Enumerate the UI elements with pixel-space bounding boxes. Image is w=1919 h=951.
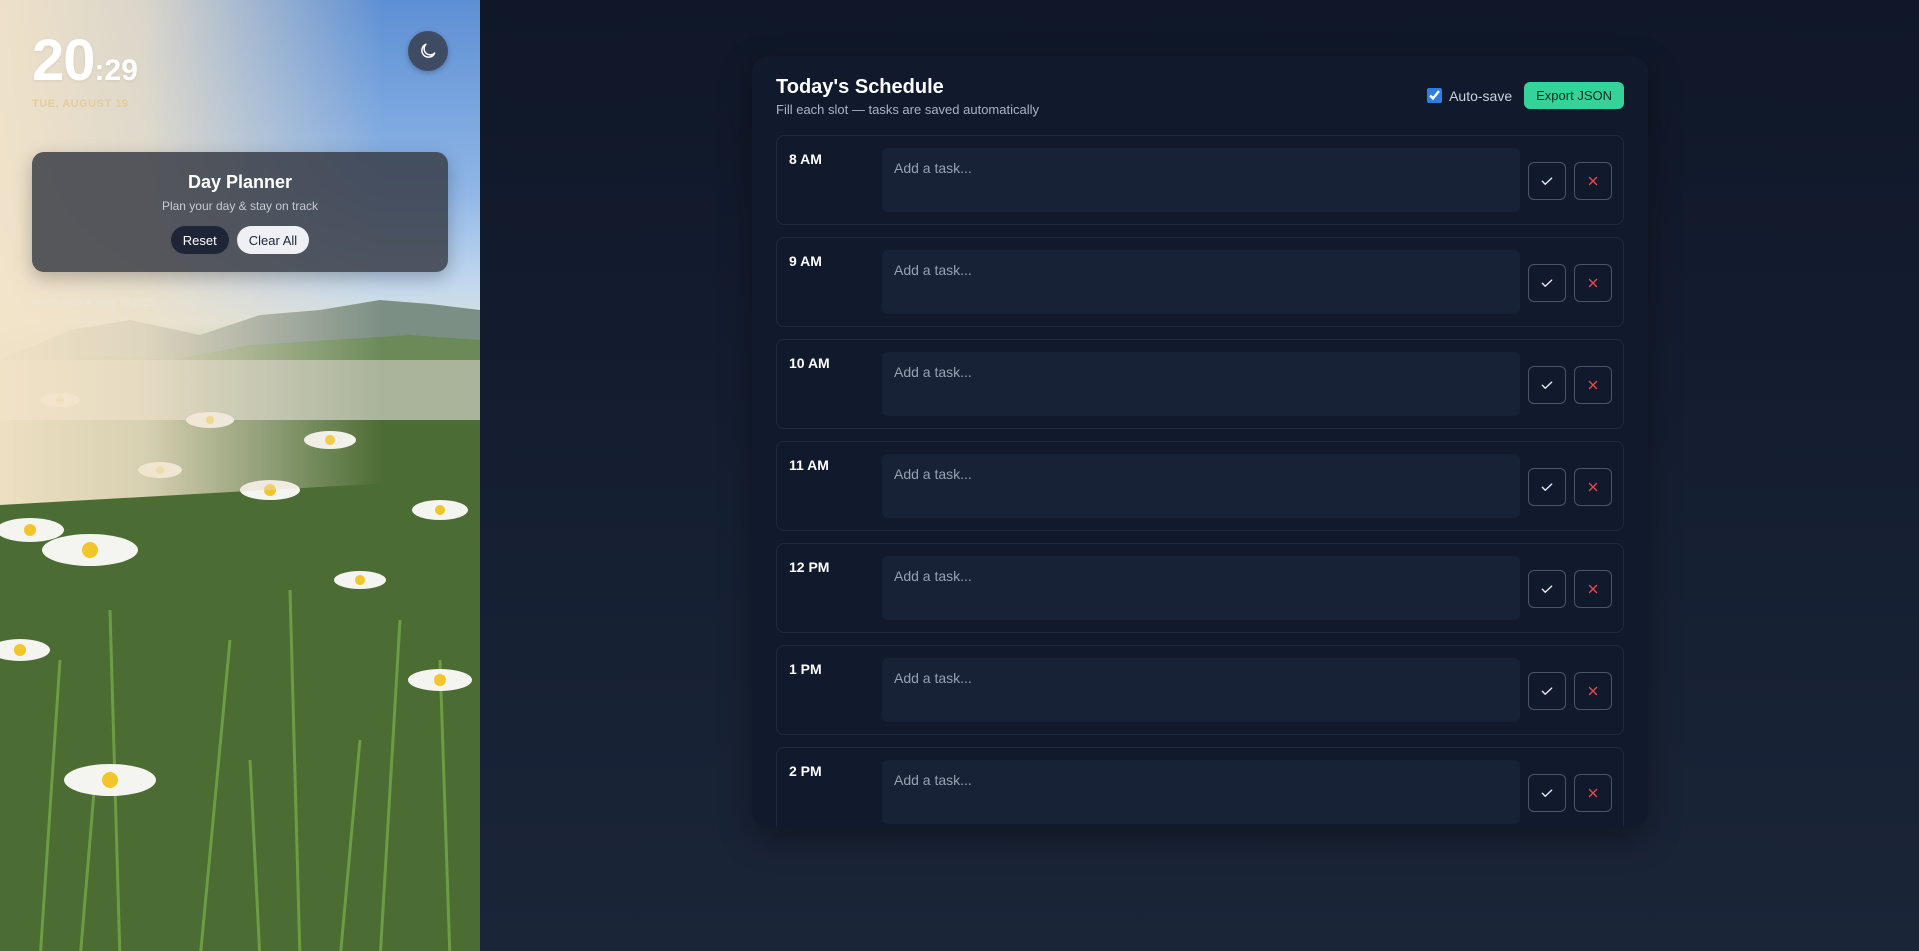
slot-time-label: 8 AM [789,151,822,167]
slot-time-label: 1 PM [789,661,822,677]
clear-slot-button[interactable] [1574,468,1612,506]
mark-done-button[interactable] [1528,366,1566,404]
time-slot: 12 PM [776,543,1624,633]
main-area: Today's Schedule Fill each slot — tasks … [480,0,1919,951]
task-input[interactable] [882,250,1520,314]
clear-slot-button[interactable] [1574,264,1612,302]
task-input[interactable] [882,454,1520,518]
schedule-controls: Auto-save Export JSON [1427,82,1624,109]
schedule-title: Today's Schedule [776,76,944,98]
clock-hours: 20 [32,28,96,93]
time-slot: 8 AM [776,135,1624,225]
check-icon [1541,177,1553,185]
planner-actions: Reset Clear All [32,226,448,254]
export-json-button[interactable]: Export JSON [1524,82,1624,109]
time-slot: 1 PM [776,645,1624,735]
slot-time-label: 12 PM [789,559,830,575]
autosave-toggle[interactable]: Auto-save [1427,88,1512,104]
close-icon [1588,176,1598,186]
task-input[interactable] [882,148,1520,212]
slot-time-label: 11 AM [789,457,829,473]
app: 20:29 TUE, AUGUST 19 Day Planner Plan yo… [0,0,1919,951]
clock-separator: : [94,54,105,87]
time-slot: 10 AM [776,339,1624,429]
time-slot: 11 AM [776,441,1624,531]
clear-slot-button[interactable] [1574,774,1612,812]
moon-icon [421,43,436,58]
close-icon [1588,788,1598,798]
slot-time-label: 9 AM [789,253,822,269]
autosave-label: Auto-save [1449,87,1513,104]
close-icon [1588,278,1598,288]
left-panel: 20:29 TUE, AUGUST 19 Day Planner Plan yo… [0,0,480,951]
time-slot: 9 AM [776,237,1624,327]
current-date: TUE, AUGUST 19 [32,98,129,110]
autosave-checkbox[interactable] [1427,88,1443,103]
clock-minutes: 29 [104,54,138,87]
task-input[interactable] [882,658,1520,722]
planner-card: Day Planner Plan your day & stay on trac… [32,152,448,272]
check-icon [1541,279,1553,287]
check-icon [1541,381,1553,389]
clear-slot-button[interactable] [1574,162,1612,200]
slot-time-label: 10 AM [789,355,830,371]
planner-subtitle: Plan your day & stay on track [161,199,319,213]
close-icon [1588,380,1598,390]
clock: 20:29 [32,32,138,90]
mark-done-button[interactable] [1528,162,1566,200]
check-icon [1541,585,1553,593]
check-icon [1541,687,1553,695]
clear-slot-button[interactable] [1574,570,1612,608]
task-input[interactable] [882,760,1520,824]
planner-title: Day Planner [187,172,293,192]
close-icon [1588,686,1598,696]
check-icon [1541,789,1553,797]
task-input[interactable] [882,352,1520,416]
schedule-panel: Today's Schedule Fill each slot — tasks … [752,56,1648,827]
mark-done-button[interactable] [1528,672,1566,710]
slot-list: 8 AM 9 AM 10 AM 11 AM [776,135,1624,827]
time-slot: 2 PM [776,747,1624,827]
close-icon [1588,584,1598,594]
check-icon [1541,483,1553,491]
theme-toggle-button[interactable] [408,31,448,71]
clear-all-button[interactable]: Clear All [236,226,310,254]
mark-done-button[interactable] [1528,774,1566,812]
mark-done-button[interactable] [1528,468,1566,506]
footer-credit: Made with ♥ Arup © 2025 [32,297,157,309]
schedule-subtitle: Fill each slot — tasks are saved automat… [776,102,1039,117]
close-icon [1588,482,1598,492]
reset-button[interactable]: Reset [170,226,229,254]
slot-time-label: 2 PM [789,763,822,779]
mark-done-button[interactable] [1528,264,1566,302]
mark-done-button[interactable] [1528,570,1566,608]
clear-slot-button[interactable] [1574,672,1612,710]
task-input[interactable] [882,556,1520,620]
clear-slot-button[interactable] [1574,366,1612,404]
